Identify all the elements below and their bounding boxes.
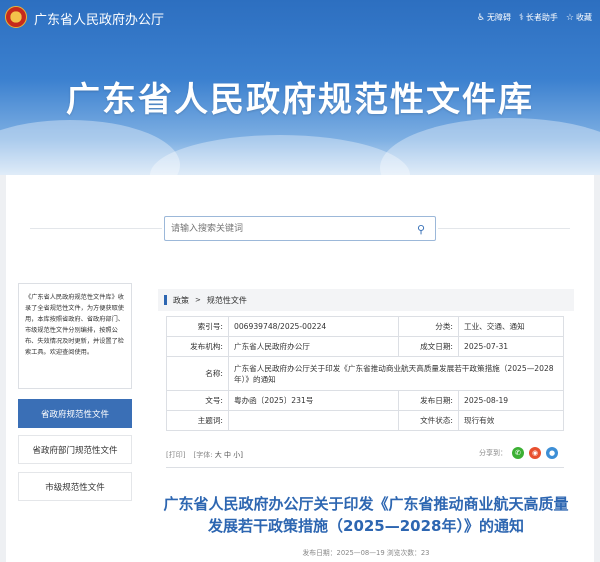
subject-label: 主题词:: [166, 410, 229, 431]
header-banner: 广东省人民政府办公厅 ♿ 无障碍 ⚕ 长者助手 ☆ 收藏 广东省人民政府规范性文件库: [0, 0, 600, 175]
breadcrumb-item-policy[interactable]: 政策: [173, 295, 189, 306]
share-bar: 分享到： ✆ ◉ ●: [479, 447, 558, 459]
wechat-share-icon[interactable]: ✆: [512, 447, 524, 459]
print-link[interactable]: [打印]: [166, 450, 185, 460]
category-value: 工业、交通、通知: [458, 316, 564, 337]
created-date-value: 2025-07-31: [458, 336, 564, 357]
breadcrumb-item-normative-docs[interactable]: 规范性文件: [207, 295, 247, 306]
name-label: 名称:: [166, 356, 229, 391]
search-box: ⚲: [164, 216, 436, 241]
elder-helper-link[interactable]: ⚕ 长者助手: [519, 12, 558, 23]
breadcrumb-marker: [164, 295, 167, 305]
document-title: 广东省人民政府办公厅关于印发《广东省推动商业航天高质量发展若干政策措施（2025…: [163, 495, 569, 535]
star-icon: ☆: [565, 12, 574, 23]
nav-provincial-department-docs[interactable]: 省政府部门规范性文件: [18, 435, 132, 464]
elder-helper-icon: ⚕: [519, 12, 524, 23]
name-value: 广东省人民政府办公厅关于印发《广东省推动商业航天高质量发展若干政策措施（2025…: [228, 356, 564, 391]
national-emblem-icon: [5, 6, 27, 28]
doc-number-value: 粤办函〔2025〕231号: [228, 390, 399, 411]
category-label: 分类:: [398, 316, 459, 337]
tools-divider: [166, 467, 564, 468]
subject-value: [228, 410, 399, 431]
header-tools: ♿ 无障碍 ⚕ 长者助手 ☆ 收藏: [477, 12, 592, 23]
chevron-right-icon: >: [195, 296, 201, 304]
status-label: 文件状态:: [398, 410, 459, 431]
index-value: 006939748/2025-00224: [228, 316, 399, 337]
doc-number-label: 文号:: [166, 390, 229, 411]
search-divider-left: [30, 228, 162, 229]
font-large-link[interactable]: 大: [215, 451, 222, 459]
font-medium-link[interactable]: 中: [224, 451, 231, 459]
banner-title: 广东省人民政府规范性文件库: [66, 80, 534, 120]
publish-date-value: 2025-08-19: [458, 390, 564, 411]
document-metadata-table: 索引号: 006939748/2025-00224 分类: 工业、交通、通知 发…: [166, 316, 564, 431]
font-small-link[interactable]: 小]: [233, 451, 243, 459]
accessibility-icon: ♿: [476, 12, 486, 23]
publish-info: 发布日期：2025—08—19 浏览次数：23: [302, 549, 430, 557]
accessibility-link[interactable]: ♿ 无障碍: [477, 12, 511, 23]
nav-provincial-government-docs[interactable]: 省政府规范性文件: [18, 399, 132, 428]
breadcrumb: 政策 > 规范性文件: [158, 289, 574, 311]
status-value: 现行有效: [458, 410, 564, 431]
weibo-share-icon[interactable]: ◉: [529, 447, 541, 459]
issuer-value: 广东省人民政府办公厅: [228, 336, 399, 357]
document-tools: [打印] [字体: 大 中 小]: [166, 450, 243, 460]
nav-municipal-docs[interactable]: 市级规范性文件: [18, 472, 132, 501]
share-label: 分享到：: [479, 449, 507, 457]
search-input[interactable]: [171, 221, 401, 237]
issuer-label: 发布机构:: [166, 336, 229, 357]
library-intro: 《广东省人民政府规范性文件库》收录了全省规范性文件，为方便获取使用，本库按照省政…: [18, 283, 132, 389]
qq-share-icon[interactable]: ●: [546, 447, 558, 459]
search-icon[interactable]: ⚲: [417, 223, 425, 236]
index-label: 索引号:: [166, 316, 229, 337]
top-bar: 广东省人民政府办公厅 ♿ 无障碍 ⚕ 长者助手 ☆ 收藏: [0, 0, 600, 36]
font-size-label: [字体:: [193, 451, 213, 459]
search-divider-right: [438, 228, 570, 229]
publish-date-label: 发布日期:: [398, 390, 459, 411]
created-date-label: 成文日期:: [398, 336, 459, 357]
favorite-link[interactable]: ☆ 收藏: [566, 12, 592, 23]
font-size-control: [字体: 大 中 小]: [193, 450, 243, 460]
site-title[interactable]: 广东省人民政府办公厅: [34, 9, 164, 28]
